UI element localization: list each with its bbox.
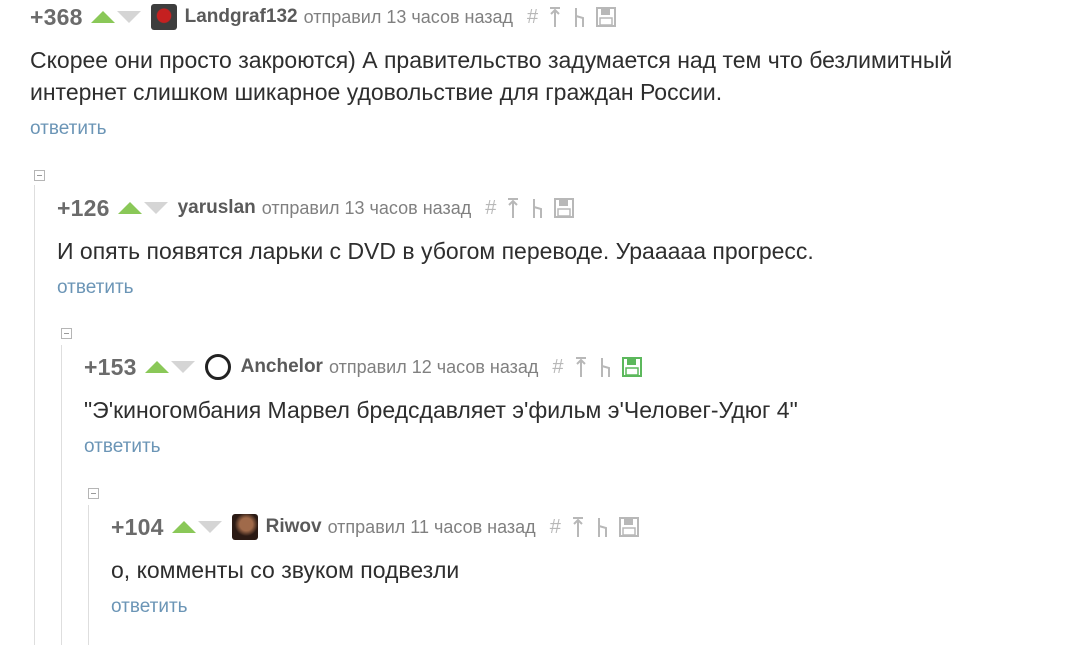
floppy-icon[interactable] — [618, 517, 639, 537]
comment-username[interactable]: Anchelor — [241, 356, 323, 378]
hash-icon[interactable]: # — [485, 198, 496, 218]
comment-header: +104 Riwov отправил 11 часов назад # — [111, 512, 1041, 542]
comment: +126 yaruslan отправил 13 часов назад # … — [57, 193, 1047, 299]
comment-text: "Э'киногомбания Марвел бредсдавляет э'фи… — [84, 397, 798, 423]
arrow-up-icon[interactable] — [574, 356, 588, 378]
avatar[interactable] — [231, 514, 258, 540]
avatar[interactable] — [204, 354, 231, 380]
branch-icon[interactable] — [530, 197, 544, 219]
branch-icon[interactable] — [572, 6, 586, 28]
thread-line — [61, 345, 62, 645]
thread-line — [88, 505, 89, 645]
floppy-icon[interactable] — [554, 198, 575, 218]
vote-up-icon[interactable] — [90, 11, 115, 23]
comment-rating: +104 — [111, 513, 164, 540]
vote-down-icon[interactable] — [197, 521, 222, 533]
vote-down-icon[interactable] — [116, 11, 141, 23]
comment-timestamp: отправил 12 часов назад — [328, 356, 539, 377]
vote-up-icon[interactable] — [117, 202, 142, 214]
comment-timestamp: отправил 13 часов назад — [303, 6, 514, 27]
vote-down-icon[interactable] — [143, 202, 168, 214]
comment-username[interactable]: Riwov — [266, 516, 322, 538]
comment-username[interactable]: Landgraf132 — [185, 6, 298, 28]
comment: +368 Landgraf132 отправил 13 часов назад… — [30, 2, 1050, 140]
reply-link[interactable]: ответить — [84, 436, 161, 458]
comment-text: И опять появятся ларьки с DVD в убогом п… — [57, 238, 814, 264]
floppy-icon[interactable] — [621, 357, 642, 377]
comment-text: о, комменты со звуком подвезли — [111, 557, 460, 583]
arrow-up-icon[interactable] — [548, 6, 562, 28]
vote-down-icon[interactable] — [170, 361, 195, 373]
thread-line — [34, 185, 35, 645]
hash-icon[interactable]: # — [550, 517, 561, 537]
hash-icon[interactable]: # — [527, 7, 538, 27]
collapse-toggle[interactable] — [61, 328, 72, 339]
avatar[interactable] — [150, 4, 177, 30]
arrow-up-icon[interactable] — [506, 197, 520, 219]
reply-link[interactable]: ответить — [57, 277, 134, 299]
hash-icon[interactable]: # — [552, 357, 563, 377]
reply-link[interactable]: ответить — [30, 118, 107, 140]
comment-text: Скорее они просто закроются) А правитель… — [30, 47, 953, 105]
comment-header: +368 Landgraf132 отправил 13 часов назад… — [30, 2, 1050, 32]
collapse-toggle[interactable] — [88, 488, 99, 499]
collapse-toggle[interactable] — [34, 170, 45, 181]
comment-timestamp: отправил 11 часов назад — [327, 516, 536, 537]
reply-link[interactable]: ответить — [111, 596, 188, 618]
vote-up-icon[interactable] — [144, 361, 169, 373]
branch-icon[interactable] — [595, 516, 609, 538]
comment-username[interactable]: yaruslan — [178, 197, 256, 219]
comment: +153 Anchelor отправил 12 часов назад # … — [84, 352, 1044, 458]
vote-up-icon[interactable] — [171, 521, 196, 533]
comment-rating: +126 — [57, 194, 110, 221]
arrow-up-icon[interactable] — [571, 516, 585, 538]
comment: +104 Riwov отправил 11 часов назад # о, … — [111, 512, 1041, 618]
comment-header: +153 Anchelor отправил 12 часов назад # — [84, 352, 1044, 382]
branch-icon[interactable] — [598, 356, 612, 378]
comment-header: +126 yaruslan отправил 13 часов назад # — [57, 193, 1047, 223]
comment-rating: +368 — [30, 3, 83, 30]
floppy-icon[interactable] — [596, 7, 617, 27]
comment-rating: +153 — [84, 353, 137, 380]
comment-timestamp: отправил 13 часов назад — [261, 197, 472, 218]
